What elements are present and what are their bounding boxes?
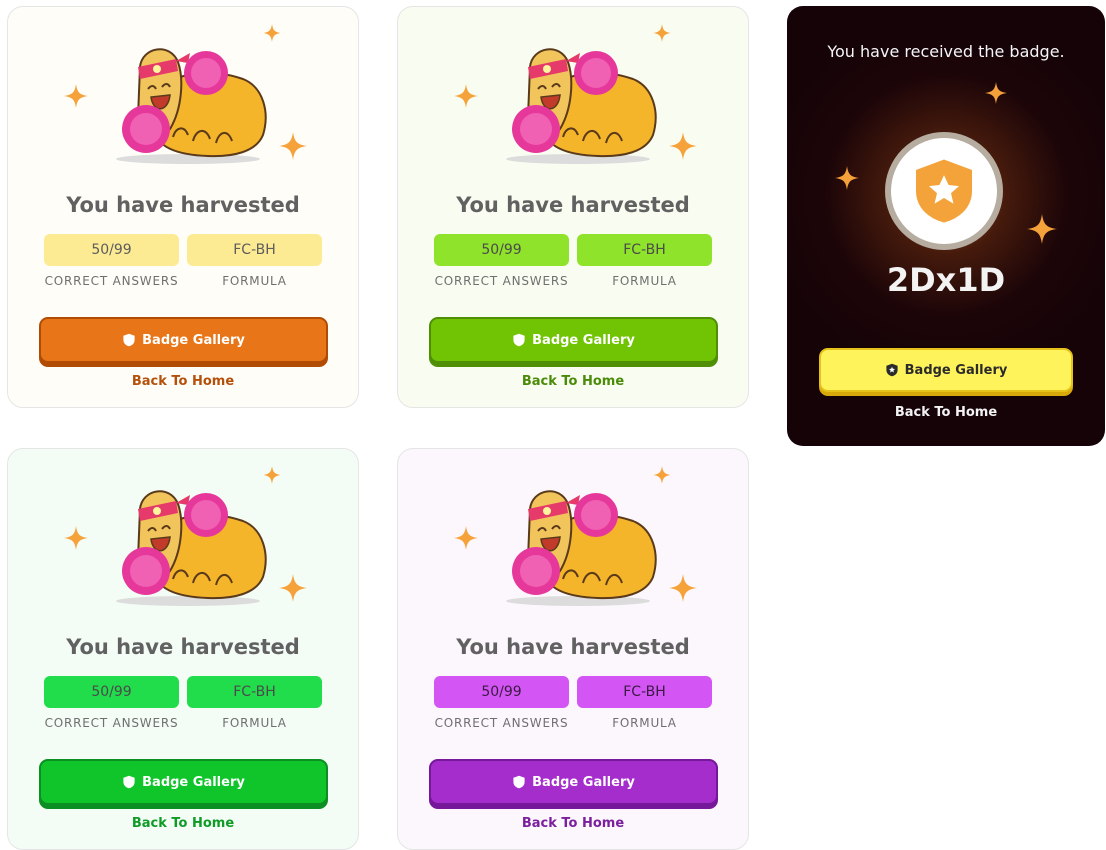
correct-answers-label: CORRECT ANSWERS [434, 716, 569, 730]
shield-star-icon [909, 156, 979, 226]
badge-name: 2Dx1D [886, 261, 1006, 299]
badge-gallery-button[interactable]: Badge Gallery [39, 759, 328, 805]
sparkle-icon [1027, 214, 1057, 244]
back-to-home-link[interactable]: Back To Home [398, 374, 748, 389]
correct-answers-value: 50/99 [44, 234, 179, 266]
formula-value: FC-BH [187, 234, 322, 266]
correct-answers-value: 50/99 [434, 676, 569, 708]
back-to-home-link[interactable]: Back To Home [398, 816, 748, 831]
shield-star-icon [885, 363, 899, 377]
correct-answers-value: 50/99 [44, 676, 179, 708]
sparkle-icon [263, 24, 281, 42]
formula-value: FC-BH [577, 676, 712, 708]
shield-star-icon [512, 775, 526, 789]
correct-answers-label: CORRECT ANSWERS [44, 716, 179, 730]
correct-answers-label: CORRECT ANSWERS [434, 274, 569, 288]
back-to-home-link[interactable]: Back To Home [787, 405, 1105, 420]
shield-star-icon [122, 333, 136, 347]
formula-label: FORMULA [222, 716, 287, 730]
harvest-card-purple: You have harvested 50/99 FC-BH CORRECT A… [397, 448, 749, 850]
sparkle-icon [985, 82, 1007, 104]
sparkle-icon [669, 132, 697, 160]
sparkle-icon [454, 526, 478, 550]
formula-label: FORMULA [222, 274, 287, 288]
sparkle-icon [653, 466, 671, 484]
sparkle-icon [653, 24, 671, 42]
badge-gallery-label: Badge Gallery [142, 774, 245, 790]
sparkle-icon [669, 574, 697, 602]
correct-answers-label: CORRECT ANSWERS [44, 274, 179, 288]
badge-gallery-button[interactable]: Badge Gallery [819, 348, 1073, 392]
harvest-title: You have harvested [456, 635, 690, 659]
formula-value: FC-BH [577, 234, 712, 266]
sparkle-icon [64, 84, 88, 108]
harvest-card-green: You have harvested 50/99 FC-BH CORRECT A… [7, 448, 359, 850]
correct-answers-value: 50/99 [434, 234, 569, 266]
badge-gallery-label: Badge Gallery [904, 362, 1008, 378]
badge-gallery-button[interactable]: Badge Gallery [429, 759, 718, 805]
back-to-home-link[interactable]: Back To Home [8, 816, 358, 831]
sparkle-icon [279, 574, 307, 602]
back-to-home-link[interactable]: Back To Home [8, 374, 358, 389]
badge-gallery-button[interactable]: Badge Gallery [39, 317, 328, 363]
badge-received-title: You have received the badge. [827, 42, 1065, 61]
formula-label: FORMULA [612, 274, 677, 288]
harvest-card-lime: You have harvested 50/99 FC-BH CORRECT A… [397, 6, 749, 408]
shield-star-icon [512, 333, 526, 347]
sparkle-icon [263, 466, 281, 484]
harvest-title: You have harvested [66, 193, 300, 217]
sparkle-icon [454, 84, 478, 108]
badge-gallery-label: Badge Gallery [532, 332, 635, 348]
shield-star-icon [122, 775, 136, 789]
harvest-title: You have harvested [66, 635, 300, 659]
badge-gallery-button[interactable]: Badge Gallery [429, 317, 718, 363]
harvest-card-orange: You have harvested 50/99 FC-BH CORRECT A… [7, 6, 359, 408]
sparkle-icon [835, 166, 859, 190]
sparkle-icon [64, 526, 88, 550]
badge-gallery-label: Badge Gallery [142, 332, 245, 348]
badge-received-card: You have received the badge. 2Dx1D Badge… [787, 6, 1105, 446]
badge-ring [885, 132, 1003, 250]
badge-gallery-label: Badge Gallery [532, 774, 635, 790]
harvest-title: You have harvested [456, 193, 690, 217]
formula-value: FC-BH [187, 676, 322, 708]
formula-label: FORMULA [612, 716, 677, 730]
sparkle-icon [279, 132, 307, 160]
